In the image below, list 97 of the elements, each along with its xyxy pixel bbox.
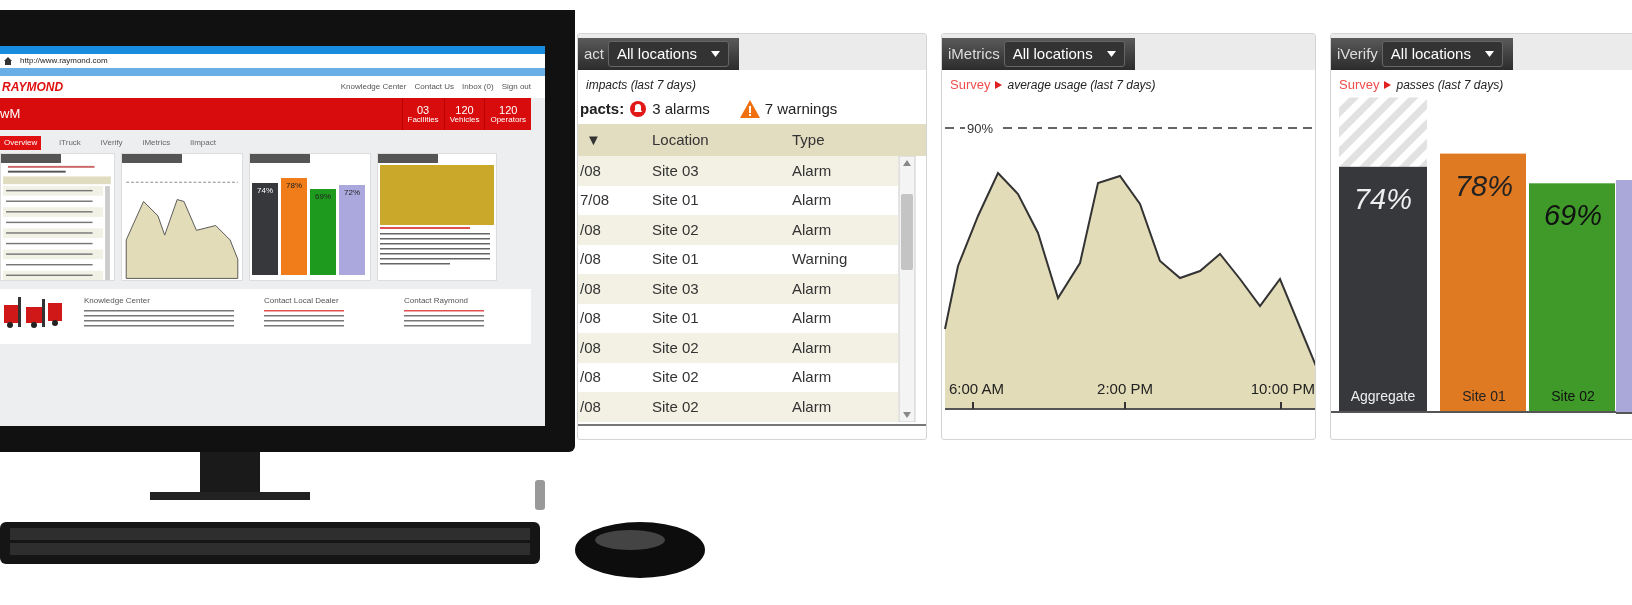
table-cell-text: /08 — [579, 396, 602, 417]
mini-panel-header — [250, 154, 310, 163]
home-icon — [4, 57, 12, 65]
table-cell-text: 7/08 — [579, 190, 611, 210]
bar-category-label: Aggregate — [1350, 388, 1416, 404]
caret-icon — [1106, 51, 1116, 57]
table-cell-text: Site 03 — [651, 160, 700, 181]
table-cell-text: Alarm — [791, 367, 833, 387]
header-link[interactable]: Contact Us — [414, 81, 455, 93]
mini-panel-header — [122, 154, 182, 163]
table-cell-text: Site 02 — [651, 396, 700, 417]
bar-value-label: 78% — [286, 179, 302, 192]
x-tick-label: 2:00 PM — [1097, 380, 1153, 397]
banner-title: wM — [0, 105, 21, 124]
stat-label: Operators — [490, 115, 526, 124]
site-logo: RAYMOND — [1, 79, 64, 96]
alarm-bell-icon — [629, 100, 648, 118]
footer-heading: Knowledge Center — [84, 295, 151, 307]
table-cell-text: Alarm — [791, 396, 833, 417]
stat-value: 120 — [499, 104, 518, 116]
stat-value: 120 — [455, 104, 474, 116]
bar-value-label: 72% — [344, 187, 360, 199]
table-cell-text: /08 — [579, 219, 602, 240]
caret-icon — [1484, 51, 1494, 57]
alarm-count: 3 alarms — [652, 98, 710, 119]
mini-panel-header — [378, 154, 438, 163]
table-row[interactable]: /08 Site 02 Alarm — [578, 333, 898, 363]
header-link[interactable]: Inbox (0) — [462, 81, 494, 93]
panel-title: act — [584, 43, 604, 64]
panel-subtitle: average usage (last 7 days) — [1007, 76, 1156, 94]
table-row[interactable]: /08 Site 02 Alarm — [578, 215, 898, 245]
table-cell-text: Site 02 — [651, 219, 700, 240]
table-cell-text: Warning — [791, 249, 849, 269]
footer-heading: Contact Local Dealer — [264, 295, 340, 307]
panel-subtitle: passes (last 7 days) — [1396, 76, 1504, 94]
bar-value-label: 74% — [257, 184, 273, 197]
table-cell-text: /08 — [579, 160, 602, 181]
table-cell-text: Alarm — [791, 278, 833, 299]
bar-value-label: 78% — [1455, 169, 1513, 202]
panel-title: iMetrics — [948, 43, 1000, 64]
table-cell-text: Alarm — [791, 337, 833, 358]
header-link[interactable]: Sign out — [501, 81, 531, 93]
table-cell-text: /08 — [579, 337, 602, 358]
table-cell-text: Alarm — [791, 219, 833, 240]
location-dropdown[interactable]: All locations — [1003, 41, 1125, 67]
nav-tab[interactable]: iImpact — [188, 137, 218, 149]
table-row[interactable]: /08 Site 03 Alarm — [578, 274, 898, 304]
table-cell-text: /08 — [579, 367, 602, 387]
header-link[interactable]: Knowledge Center — [340, 81, 407, 93]
table-cell-text: Site 02 — [651, 367, 700, 387]
triangle-right-icon — [1384, 80, 1392, 89]
nav-tab[interactable]: iTruck — [57, 137, 83, 149]
warning-icon — [739, 100, 760, 118]
footer-heading: Contact Raymond — [404, 295, 470, 307]
table-cell-text: Site 01 — [651, 249, 700, 269]
table-cell-text: Site 01 — [651, 190, 700, 210]
column-header[interactable]: Type — [790, 128, 890, 152]
bar-value-label: 69% — [315, 190, 331, 203]
breadcrumb-link[interactable]: Survey — [1339, 74, 1380, 95]
x-tick-label: 6:00 AM — [949, 380, 1005, 397]
location-dropdown[interactable]: All locations — [1381, 41, 1503, 67]
stat-label: Facilities — [407, 115, 439, 124]
table-cell-text: Alarm — [791, 308, 833, 328]
table-cell-text: Alarm — [791, 190, 833, 210]
table-cell-text: /08 — [579, 308, 602, 328]
triangle-right-icon — [995, 80, 1003, 89]
nav-tab[interactable]: iVerify — [98, 137, 125, 149]
mini-panel-header — [1, 154, 61, 163]
stat-label: Vehicles — [449, 115, 480, 124]
bar-value-label: 74% — [1354, 182, 1412, 215]
forklifts-drawing — [2, 295, 64, 331]
summary-label: pacts: — [580, 98, 625, 119]
column-header[interactable]: ▼ — [578, 128, 650, 152]
panel-title: iVerify — [1337, 43, 1378, 64]
panel-subtitle: impacts (last 7 days) — [586, 76, 697, 94]
x-tick-label: 10:00 PM — [1250, 380, 1315, 397]
breadcrumb-link[interactable]: Survey — [950, 74, 991, 95]
bar-category-label: Site 02 — [1551, 388, 1595, 404]
table-row[interactable]: /08 Site 03 Alarm — [578, 156, 898, 186]
table-cell-text: Site 01 — [651, 308, 700, 328]
table-cell-text: Alarm — [791, 160, 833, 181]
bar-value-label: 69% — [1544, 199, 1602, 232]
column-header[interactable]: Location — [650, 128, 790, 152]
nav-tab[interactable]: iMetrics — [140, 137, 173, 149]
caret-icon — [711, 51, 721, 57]
bar-category-label: Site 01 — [1462, 388, 1506, 404]
threshold-label: 90% — [967, 121, 994, 136]
table-row[interactable]: /08 Site 02 Alarm — [578, 392, 898, 422]
warning-count: 7 warnings — [764, 98, 838, 119]
stat-value: 03 — [416, 104, 430, 116]
table-cell-text: Site 02 — [651, 337, 700, 358]
table-cell-text: Site 03 — [651, 278, 700, 299]
nav-tab[interactable]: Overview — [0, 136, 42, 150]
location-dropdown[interactable]: All locations — [608, 41, 730, 67]
table-cell-text: /08 — [579, 249, 602, 269]
address-field[interactable]: http://www.raymond.com — [20, 57, 108, 65]
table-cell-text: /08 — [579, 278, 602, 299]
